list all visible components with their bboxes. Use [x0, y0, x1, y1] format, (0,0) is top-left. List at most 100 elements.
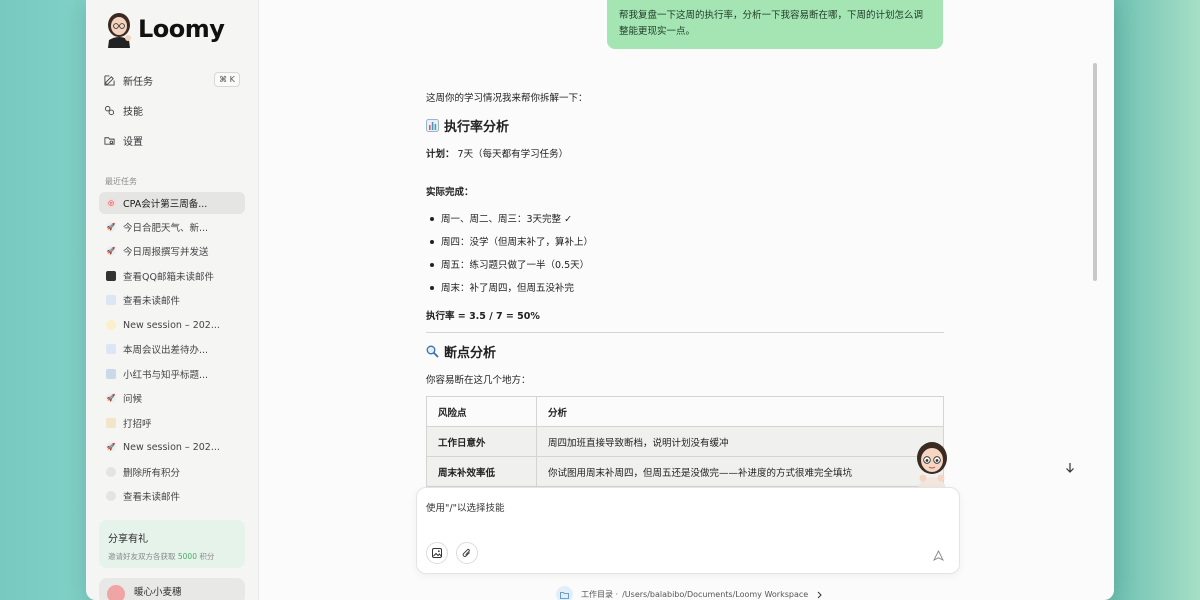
shortcut-badge: ⌘ K	[214, 72, 240, 87]
list-item: 周末：补了周四，但周五没补完	[426, 280, 574, 294]
task-label: New session – 202...	[123, 441, 220, 453]
nav-new-task-label: 新任务	[123, 76, 153, 88]
share-subtitle: 邀请好友双方各获取 5000 积分	[108, 551, 236, 562]
rocket-icon: 🚀	[106, 442, 116, 452]
recent-tasks-title: 最近任务	[105, 177, 137, 186]
rocket-icon: 🚀	[106, 222, 116, 232]
task-label: 打招呼	[123, 419, 152, 430]
section1-title: 执行率分析	[444, 120, 510, 135]
table-cell: 周末补效率低	[426, 456, 537, 487]
nav-skills[interactable]: 技能	[104, 99, 143, 121]
task-item[interactable]: 查看未读邮件	[99, 485, 245, 507]
table-row: 周末补效率低 你试图用周末补周四，但周五还是没做完——补进度的方式很难完全填坑	[426, 456, 944, 487]
send-button[interactable]	[933, 546, 944, 565]
plan-value: 7天（每天都有学习任务）	[457, 149, 569, 160]
share-card[interactable]: 分享有礼 邀请好友双方各获取 5000 积分	[99, 520, 245, 568]
workspace-bar[interactable]: 工作目录 · /Users/balabibo/Documents/Loomy W…	[556, 586, 823, 600]
nav-settings[interactable]: 设置	[104, 129, 143, 151]
task-item[interactable]: 查看QQ邮箱未读邮件	[99, 265, 245, 287]
table-row: 工作日意外 周四加班直接导致断档，说明计划没有缓冲	[426, 426, 944, 457]
memo-icon	[106, 418, 116, 428]
task-label: 本周会议出差待办...	[123, 345, 209, 356]
section-heading-breakpoints: 断点分析	[426, 342, 496, 361]
send-icon	[933, 549, 944, 561]
book-icon	[106, 369, 116, 379]
chat-panel: 帮我复盘一下这周的执行率，分析一下我容易断在哪，下周的计划怎么调整能更现实一点。…	[259, 0, 1114, 600]
section-heading-execution: 执行率分析	[426, 116, 509, 135]
section2-intro: 你容易断在这几个地方：	[426, 375, 531, 386]
section2-title: 断点分析	[444, 346, 497, 361]
rocket-icon: 🚀	[106, 246, 116, 256]
table-cell: 工作日意外	[426, 426, 537, 457]
nav-new-task[interactable]: 新任务	[104, 69, 153, 91]
table-header: 风险点	[426, 396, 537, 427]
chart-icon	[106, 295, 116, 305]
task-item[interactable]: 删除所有积分	[99, 461, 245, 483]
task-item[interactable]: ◎ CPA会计第三周备...	[99, 192, 245, 214]
user-message-bubble: 帮我复盘一下这周的执行率，分析一下我容易断在哪，下周的计划怎么调整能更现实一点。	[607, 0, 943, 49]
rocket-icon: 🚀	[106, 393, 116, 403]
task-item[interactable]: 小红书与知乎标题...	[99, 363, 245, 385]
task-item[interactable]: New session – 202...	[99, 314, 245, 336]
chart-icon	[106, 344, 116, 354]
nav-settings-label: 设置	[123, 136, 143, 148]
edit-icon	[104, 74, 115, 86]
list-item: 周四：没学（但周末补了，算补上）	[426, 234, 593, 248]
logo: Loomy	[104, 10, 225, 48]
logo-avatar-icon	[104, 10, 134, 48]
workspace-path: /Users/balabibo/Documents/Loomy Workspac…	[622, 590, 809, 599]
table-header-row: 风险点 分析	[426, 396, 944, 427]
scroll-down-button[interactable]	[1064, 459, 1076, 478]
share-points: 5000	[177, 552, 197, 561]
risk-table: 风险点 分析 工作日意外 周四加班直接导致断档，说明计划没有缓冲 周末补效率低 …	[426, 396, 944, 487]
task-label: 问候	[123, 394, 143, 405]
task-label: 查看未读邮件	[123, 296, 181, 307]
share-sub-prefix: 邀请好友双方各获取	[108, 552, 176, 561]
actual-label: 实际完成：	[426, 187, 474, 198]
list-item: 周五：练习题只做了一半（0.5天）	[426, 257, 589, 271]
task-item[interactable]: 🚀 今日周报撰写并发送	[99, 240, 245, 262]
user-profile[interactable]: 暖心小麦穗	[99, 578, 245, 600]
task-item[interactable]: 本周会议出差待办...	[99, 338, 245, 360]
task-label: 今日周报撰写并发送	[123, 247, 209, 258]
task-item[interactable]: 🚀 New session – 202...	[99, 436, 245, 458]
task-item[interactable]: 查看未读邮件	[99, 289, 245, 311]
image-upload-button[interactable]	[426, 542, 448, 564]
table-header: 分析	[536, 396, 944, 427]
task-label: 今日合肥天气、新...	[123, 223, 209, 234]
divider	[426, 332, 944, 333]
magnifier-icon	[106, 467, 116, 477]
bulb-icon	[106, 320, 116, 330]
settings-folder-icon	[104, 136, 115, 145]
composer-placeholder[interactable]: 使用"/"以选择技能	[426, 500, 504, 514]
intro-text: 这周你的学习情况我来帮你拆解一下：	[426, 93, 588, 104]
task-label: 小红书与知乎标题...	[123, 370, 209, 381]
sidebar: Loomy 新任务 ⌘ K 技能 设置 最近任务 ◎ CPA会计第三周备... 🚀…	[86, 0, 259, 600]
attach-button[interactable]	[456, 542, 478, 564]
app-name: Loomy	[138, 15, 225, 43]
task-item[interactable]: 打招呼	[99, 412, 245, 434]
task-label: 删除所有积分	[123, 468, 181, 479]
paperclip-icon	[462, 548, 470, 557]
plan-label: 计划：	[426, 149, 455, 160]
target-icon: ◎	[106, 198, 116, 208]
share-sub-suffix: 积分	[199, 552, 215, 561]
table-cell: 你试图用周末补周四，但周五还是没做完——补进度的方式很难完全填坑	[536, 456, 944, 487]
task-label: New session – 202...	[123, 319, 220, 331]
chevron-right-icon	[817, 591, 822, 598]
assistant-mascot-icon	[914, 440, 950, 492]
arrow-down-icon	[1066, 463, 1074, 473]
execution-rate: 执行率 = 3.5 / 7 = 50%	[426, 311, 540, 322]
table-cell: 周四加班直接导致断档，说明计划没有缓冲	[536, 426, 944, 457]
task-item[interactable]: 🚀 今日合肥天气、新...	[99, 216, 245, 238]
workspace-label: 工作目录 ·	[581, 590, 619, 599]
message-composer[interactable]: 使用"/"以选择技能	[416, 487, 960, 574]
scrollbar[interactable]	[1093, 63, 1097, 281]
task-item[interactable]: 🚀 问候	[99, 387, 245, 409]
magnifier-icon	[106, 491, 116, 501]
share-title: 分享有礼	[108, 534, 148, 545]
chart-icon	[426, 119, 439, 132]
app-window: Loomy 新任务 ⌘ K 技能 设置 最近任务 ◎ CPA会计第三周备... 🚀…	[86, 0, 1114, 600]
computer-icon	[106, 271, 116, 281]
task-label: 查看未读邮件	[123, 492, 181, 503]
